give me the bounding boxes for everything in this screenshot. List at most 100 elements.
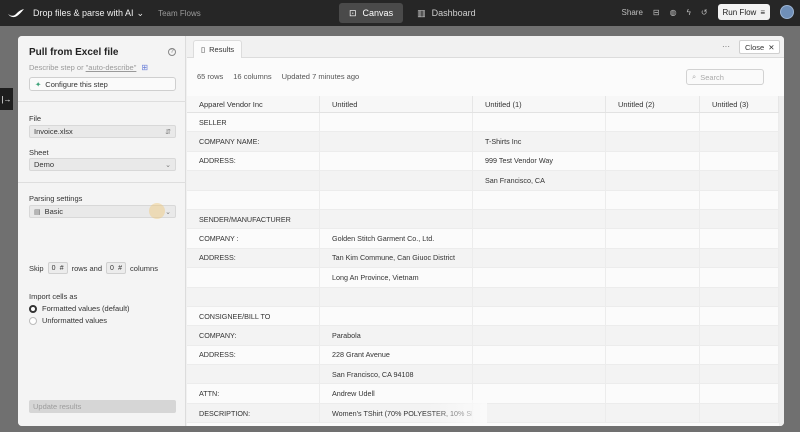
table-cell[interactable] (606, 190, 700, 209)
radio-formatted[interactable]: Formatted values (default) (29, 304, 130, 313)
table-cell[interactable] (700, 229, 779, 248)
table-cell[interactable] (700, 345, 779, 365)
table-cell[interactable] (473, 248, 606, 268)
run-flow-button[interactable]: Run Flow ≡ (717, 4, 770, 20)
table-cell[interactable] (606, 229, 700, 248)
tab-canvas[interactable]: ⊡ Canvas (339, 3, 404, 23)
scrollbar[interactable] (779, 96, 784, 426)
palette-icon[interactable]: ◍ (670, 8, 677, 17)
table-cell[interactable]: San Francisco, CA (473, 171, 606, 190)
table-cell[interactable] (606, 209, 700, 229)
table-cell[interactable]: San Francisco, CA 94108 (320, 365, 473, 384)
table-cell[interactable] (187, 268, 320, 287)
table-cell[interactable] (700, 268, 779, 287)
table-cell[interactable]: COMPANY: (187, 326, 320, 345)
radio-icon[interactable] (29, 316, 37, 325)
table-cell[interactable] (700, 248, 779, 268)
column-header[interactable]: Apparel Vendor Inc (187, 96, 320, 112)
table-cell[interactable] (473, 365, 606, 384)
table-cell[interactable]: ADDRESS: (187, 248, 320, 268)
table-cell[interactable] (606, 384, 700, 403)
step-description[interactable]: Describe step or "auto-describe" ⊞ (29, 63, 148, 72)
table-cell[interactable]: 999 Test Vendor Way (473, 151, 606, 171)
table-cell[interactable] (473, 209, 606, 229)
tab-dashboard[interactable]: ▥ Dashboard (407, 3, 486, 23)
radio-selected-icon[interactable] (29, 304, 37, 313)
table-cell[interactable]: 228 Grant Avenue (320, 345, 473, 365)
table-cell[interactable]: Golden Stitch Garment Co., Ltd. (320, 229, 473, 248)
table-cell[interactable] (700, 132, 779, 151)
table-cell[interactable]: Tan Kim Commune, Can Giuoc District (320, 248, 473, 268)
table-cell[interactable] (320, 190, 473, 209)
table-cell[interactable] (606, 306, 700, 326)
table-cell[interactable] (700, 365, 779, 384)
more-icon[interactable]: ··· (722, 42, 730, 51)
configure-step-button[interactable]: ✦ Configure this step (29, 77, 176, 91)
table-cell[interactable] (606, 132, 700, 151)
search-input[interactable]: ⌕ Search (686, 69, 764, 85)
table-cell[interactable] (187, 365, 320, 384)
sheet-select[interactable]: Demo ⌄ (29, 158, 176, 171)
table-cell[interactable] (473, 345, 606, 365)
table-cell[interactable] (473, 229, 606, 248)
table-cell[interactable]: ADDRESS: (187, 151, 320, 171)
table-cell[interactable] (700, 151, 779, 171)
expand-panel-icon[interactable]: |→ (0, 88, 13, 110)
table-cell[interactable] (700, 190, 779, 209)
table-cell[interactable] (606, 151, 700, 171)
table-cell[interactable] (606, 171, 700, 190)
history-icon[interactable]: ↺ (701, 8, 708, 17)
lightning-icon[interactable]: ϟ (687, 8, 691, 17)
column-header[interactable]: Untitled (320, 96, 473, 112)
table-cell[interactable] (320, 113, 473, 132)
table-cell[interactable] (606, 287, 700, 306)
update-results-button[interactable]: Update results (29, 400, 176, 413)
table-cell[interactable] (606, 403, 700, 423)
table-cell[interactable] (700, 287, 779, 306)
export-icon[interactable]: ⊟ (653, 8, 660, 17)
table-cell[interactable] (700, 306, 779, 326)
table-cell[interactable] (187, 287, 320, 306)
table-cell[interactable]: SENDER/MANUFACTURER (187, 209, 320, 229)
table-cell[interactable] (473, 403, 606, 423)
auto-describe-link[interactable]: "auto-describe" (86, 63, 137, 72)
table-cell[interactable] (700, 171, 779, 190)
table-cell[interactable]: SELLER (187, 113, 320, 132)
table-cell[interactable]: T-Shirts Inc (473, 132, 606, 151)
table-cell[interactable] (187, 171, 320, 190)
table-cell[interactable] (320, 209, 473, 229)
table-cell[interactable] (606, 365, 700, 384)
table-cell[interactable]: Long An Province, Vietnam (320, 268, 473, 287)
radio-unformatted[interactable]: Unformatted values (29, 316, 107, 325)
table-cell[interactable] (320, 171, 473, 190)
table-cell[interactable] (320, 306, 473, 326)
table-cell[interactable] (700, 113, 779, 132)
table-cell[interactable] (473, 326, 606, 345)
table-cell[interactable] (187, 190, 320, 209)
table-cell[interactable] (606, 268, 700, 287)
table-cell[interactable] (606, 326, 700, 345)
tab-results[interactable]: ▯ Results (193, 40, 243, 58)
table-cell[interactable] (473, 113, 606, 132)
close-button[interactable]: Close ✕ (739, 40, 781, 54)
table-cell[interactable] (700, 403, 779, 423)
table-cell[interactable]: CONSIGNEE/BILL TO (187, 306, 320, 326)
table-cell[interactable] (320, 287, 473, 306)
table-cell[interactable]: ADDRESS: (187, 345, 320, 365)
table-cell[interactable] (700, 384, 779, 403)
column-header[interactable]: Untitled (1) (473, 96, 606, 112)
table-cell[interactable]: COMPANY : (187, 229, 320, 248)
flow-title[interactable]: Drop files & parse with AI ⌄ (33, 8, 144, 19)
column-header[interactable]: Untitled (3) (700, 96, 779, 112)
table-cell[interactable] (473, 384, 606, 403)
skip-rows-input[interactable]: 0 # (47, 262, 68, 274)
table-cell[interactable] (606, 113, 700, 132)
table-cell[interactable]: ATTN: (187, 384, 320, 403)
table-cell[interactable] (320, 151, 473, 171)
table-cell[interactable]: COMPANY NAME: (187, 132, 320, 151)
table-cell[interactable] (606, 345, 700, 365)
table-cell[interactable] (473, 306, 606, 326)
column-header[interactable]: Untitled (2) (606, 96, 700, 112)
table-cell[interactable] (473, 268, 606, 287)
table-cell[interactable] (320, 132, 473, 151)
